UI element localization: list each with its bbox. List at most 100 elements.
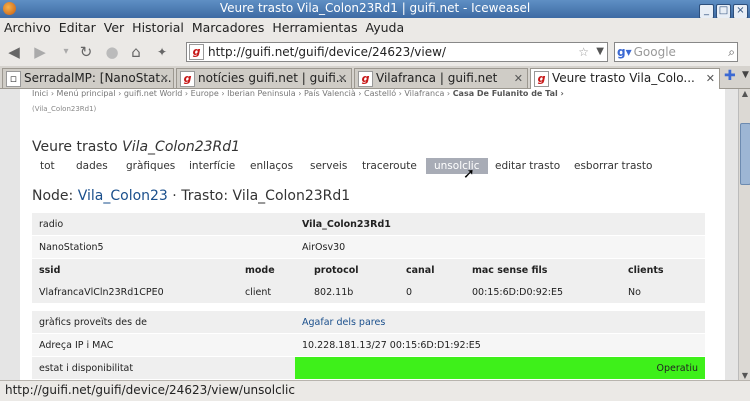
tab-label: SerradalMP: [NanoStat... — [24, 71, 172, 85]
tab-bar: ▫ SerradalMP: [NanoStat... ✕ g notícies gu… — [0, 66, 750, 89]
mouse-cursor-icon: ➚ — [463, 166, 475, 182]
scroll-up-icon[interactable]: ▲ — [740, 89, 750, 98]
tab-esborrar-trasto[interactable]: esborrar trasto — [566, 158, 660, 174]
tab-tot[interactable]: tot — [32, 158, 63, 174]
menu-bar: Archivo Editar Ver Historial Marcadores Herra… — [0, 18, 750, 38]
navigation-toolbar: ◀ ▶ ▾ ↻ ● ⌂ ✦ g http://guifi.net/guifi/de… — [0, 38, 750, 67]
cell-mode: client — [238, 281, 307, 304]
reload-button[interactable]: ↻ — [76, 42, 96, 62]
ip-value: 10.228.181.13/27 00:15:6D:D1:92:E5 — [295, 333, 705, 357]
title-device-name: Vila_Colon23Rd1 — [122, 139, 241, 155]
col-mode: mode — [238, 259, 307, 281]
guifi-favicon: g — [534, 70, 549, 87]
maximize-button[interactable]: □ — [716, 4, 731, 19]
close-tab-icon[interactable]: ✕ — [514, 69, 523, 88]
graphs-value-link[interactable]: Agafar dels pares — [295, 310, 705, 334]
wifi-cell: ssid mode protocol canal mac sense fils … — [32, 258, 705, 305]
tab-serradal[interactable]: ▫ SerradalMP: [NanoStat... ✕ — [2, 68, 174, 88]
model-label: NanoStation5 — [32, 235, 295, 259]
breadcrumb-current[interactable]: Casa De Fulanito de Tal › — [453, 89, 564, 98]
url-text: http://guifi.net/guifi/device/24623/view… — [208, 45, 446, 59]
menu-archivo[interactable]: Archivo — [0, 18, 55, 35]
col-clients: clients — [621, 259, 705, 281]
tab-grafiques[interactable]: gràfiques — [118, 158, 183, 174]
tab-interficie[interactable]: interfície — [181, 158, 243, 174]
close-tab-icon[interactable]: ✕ — [338, 69, 347, 88]
cell-ssid: VlafrancaVlCln23Rd1CPE0 — [32, 281, 238, 304]
home-button[interactable]: ⌂ — [126, 42, 146, 62]
tab-vilafranca[interactable]: g Vilafranca | guifi.net ✕ — [354, 68, 528, 88]
search-placeholder: Google — [633, 45, 676, 59]
status-text: http://guifi.net/guifi/device/24623/view… — [5, 383, 295, 397]
wifi-table: ssid mode protocol canal mac sense fils … — [32, 259, 705, 304]
model-value: AirOsv30 — [295, 235, 705, 259]
bookmark-star-icon[interactable]: ☆ — [578, 43, 589, 61]
scroll-thumb[interactable] — [740, 123, 750, 185]
stop-button[interactable]: ● — [102, 42, 122, 62]
forward-button[interactable]: ▶ — [30, 42, 50, 62]
menu-ver[interactable]: Ver — [100, 18, 128, 35]
addon-icon[interactable]: ✦ — [152, 42, 172, 62]
col-ssid: ssid — [32, 259, 238, 281]
guifi-favicon: g — [180, 70, 195, 87]
tab-traceroute[interactable]: traceroute — [354, 158, 425, 174]
tab-label: notícies guifi.net | guifi... — [198, 71, 348, 85]
tab-dades[interactable]: dades — [68, 158, 116, 174]
window-controls: _ □ × — [697, 2, 748, 19]
address-bar[interactable]: g http://guifi.net/guifi/device/24623/vie… — [186, 42, 608, 62]
menu-marcadores[interactable]: Marcadores — [188, 18, 269, 35]
menu-herramientas[interactable]: Herramientas — [268, 18, 361, 35]
breadcrumb-links[interactable]: Inici › Menú principal › guifi.net World… — [32, 89, 450, 98]
menu-editar[interactable]: Editar — [55, 18, 100, 35]
title-prefix: Veure trasto — [32, 139, 118, 155]
menu-ayuda[interactable]: Ayuda — [362, 18, 409, 35]
page-title: Veure trasto Vila_Colon23Rd1 — [32, 139, 240, 155]
tab-unsolclic[interactable]: unsolclic — [426, 158, 488, 174]
tab-enllacos[interactable]: enllaços — [242, 158, 301, 174]
node-label: Node: — [32, 188, 74, 204]
graphs-label: gràfics proveïts des de — [32, 310, 295, 334]
status-badge: Operatiu — [295, 356, 705, 380]
tab-label: Vilafranca | guifi.net — [376, 71, 498, 85]
tab-veure-trasto[interactable]: g Veure trasto Vila_Colo... ✕ — [530, 68, 720, 89]
google-engine-icon[interactable]: g▾ — [617, 43, 632, 61]
radio-value: Vila_Colon23Rd1 — [295, 213, 705, 236]
close-button[interactable]: × — [733, 4, 748, 19]
menu-historial[interactable]: Historial — [128, 18, 188, 35]
table-row: VlafrancaVlCln23Rd1CPE0 client 802.11b 0… — [32, 281, 705, 304]
back-button[interactable]: ◀ — [4, 42, 24, 62]
url-dropdown-icon[interactable]: ▼ — [596, 43, 604, 61]
new-tab-icon[interactable]: ✚ — [724, 68, 736, 84]
trasto-label: · Trasto: — [172, 188, 229, 204]
page-viewport: Inici › Menú principal › guifi.net World… — [0, 89, 738, 380]
forward-history-button[interactable]: ▾ — [56, 42, 76, 62]
tab-editar-trasto[interactable]: editar trasto — [487, 158, 568, 174]
search-box[interactable]: g▾ Google ⌕ — [614, 42, 738, 62]
vertical-scrollbar[interactable]: ▲ ▼ — [738, 89, 750, 380]
window-titlebar: Veure trasto Vila_Colon23Rd1 | guifi.net… — [0, 0, 750, 19]
close-tab-icon[interactable]: ✕ — [706, 69, 715, 88]
status-label: estat i disponibilitat — [32, 356, 295, 380]
tab-serveis[interactable]: serveis — [302, 158, 355, 174]
radio-label: radio — [32, 213, 295, 236]
ip-label: Adreça IP i MAC — [32, 333, 295, 357]
minimize-button[interactable]: _ — [699, 4, 714, 19]
col-canal: canal — [399, 259, 465, 281]
close-tab-icon[interactable]: ✕ — [160, 69, 169, 88]
tab-label: Veure trasto Vila_Colo... — [552, 71, 695, 85]
node-heading: Node: Vila_Colon23 · Trasto: Vila_Colon2… — [32, 188, 350, 204]
guifi-favicon: g — [358, 70, 373, 87]
col-protocol: protocol — [307, 259, 399, 281]
col-mac: mac sense fils — [465, 259, 621, 281]
tab-noticies[interactable]: g notícies guifi.net | guifi... ✕ — [176, 68, 352, 88]
page-body: Inici › Menú principal › guifi.net World… — [20, 89, 725, 380]
trasto-name: Vila_Colon23Rd1 — [232, 188, 351, 204]
cell-mac: 00:15:6D:D0:92:E5 — [465, 281, 621, 304]
status-bar: http://guifi.net/guifi/device/24623/view… — [0, 380, 750, 401]
page-icon: ▫ — [6, 70, 21, 87]
node-link[interactable]: Vila_Colon23 — [78, 188, 168, 204]
scroll-down-icon[interactable]: ▼ — [740, 371, 750, 380]
search-icon[interactable]: ⌕ — [728, 43, 735, 61]
tab-list-icon[interactable]: ▼ — [742, 70, 749, 80]
window-title: Veure trasto Vila_Colon23Rd1 | guifi.net… — [219, 1, 531, 15]
